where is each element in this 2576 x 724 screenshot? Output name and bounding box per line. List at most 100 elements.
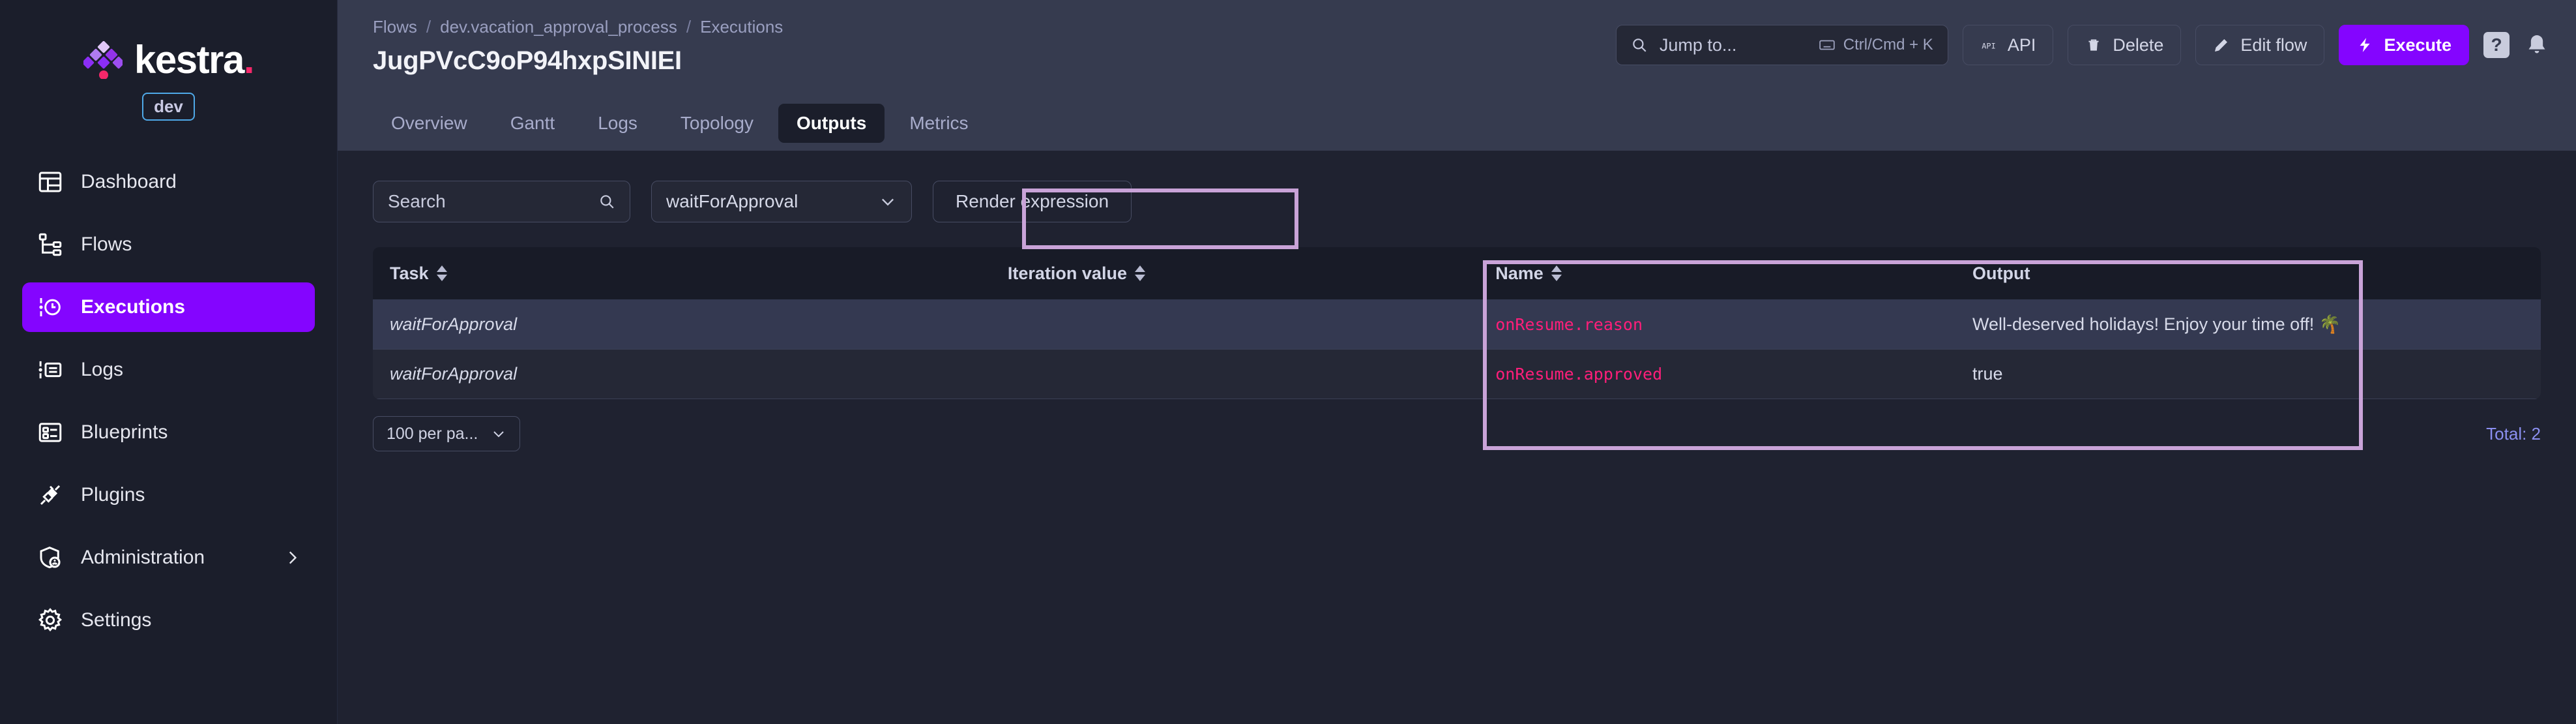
chevron-down-icon <box>879 192 897 211</box>
sidebar-item-label: Blueprints <box>81 421 168 444</box>
tab-topology[interactable]: Topology <box>662 104 772 143</box>
sidebar-item-blueprints[interactable]: Blueprints <box>22 408 315 457</box>
cell-output: Well-deserved holidays! Enjoy your time … <box>1955 299 2541 350</box>
administration-icon <box>37 544 64 571</box>
plugins-icon <box>37 481 64 509</box>
breadcrumb-separator: / <box>686 17 691 37</box>
flows-icon <box>37 231 64 258</box>
sidebar-item-label: Dashboard <box>81 171 177 193</box>
jump-to-shortcut: Ctrl/Cmd + K <box>1819 36 1933 54</box>
sidebar-item-label: Logs <box>81 359 123 381</box>
sidebar-item-dashboard[interactable]: Dashboard <box>22 157 315 207</box>
cell-task: waitForApproval <box>373 350 991 399</box>
column-header-iteration-value[interactable]: Iteration value <box>991 247 1478 299</box>
filter-row: Search waitForApproval Render expression <box>373 181 2541 222</box>
page-title: JugPVcC9oP94hxpSINIEI <box>373 46 783 76</box>
trash-icon <box>2085 37 2102 53</box>
topbar-left: Flows / dev.vacation_approval_process / … <box>364 14 783 76</box>
per-page-select[interactable]: 100 per pa... <box>373 416 520 451</box>
edit-flow-button[interactable]: Edit flow <box>2195 25 2324 65</box>
brand[interactable]: kestra. dev <box>0 0 337 121</box>
brand-dot: . <box>244 38 254 82</box>
tab-outputs[interactable]: Outputs <box>778 104 885 143</box>
execute-button[interactable]: Execute <box>2339 25 2469 65</box>
execution-tabs: Overview Gantt Logs Topology Outputs Met… <box>338 96 2576 151</box>
sidebar-item-settings[interactable]: Settings <box>22 596 315 645</box>
kestra-diamond-logo-icon <box>83 41 123 79</box>
tab-logs[interactable]: Logs <box>579 104 656 143</box>
chevron-down-icon <box>491 426 506 442</box>
keyboard-icon <box>1819 37 1836 53</box>
jump-to-search[interactable]: Jump to... Ctrl/Cmd + K <box>1616 25 1948 65</box>
sidebar-item-label: Plugins <box>81 484 145 506</box>
api-button[interactable]: API API <box>1963 25 2054 65</box>
cell-output: true <box>1955 350 2541 399</box>
column-header-output-label: Output <box>1972 264 2030 283</box>
topbar: Flows / dev.vacation_approval_process / … <box>338 0 2576 96</box>
breadcrumb-separator: / <box>426 17 431 37</box>
sidebar-nav: Dashboard Flows <box>0 157 337 645</box>
task-select[interactable]: waitForApproval <box>651 181 912 222</box>
logs-icon <box>37 356 64 384</box>
breadcrumb-item-flows[interactable]: Flows <box>373 17 417 37</box>
dashboard-icon <box>37 168 64 196</box>
search-icon <box>1631 37 1648 53</box>
api-icon: API <box>1980 37 1997 53</box>
cell-name[interactable]: onResume.approved <box>1478 350 1955 399</box>
svg-text:API: API <box>1982 41 1996 50</box>
jump-to-placeholder: Jump to... <box>1660 35 1737 55</box>
outputs-table: Task Iteration value N <box>373 247 2541 399</box>
sidebar-item-administration[interactable]: Administration <box>22 533 315 582</box>
table-row[interactable]: waitForApproval onResume.reason Well-des… <box>373 299 2541 350</box>
tab-metrics[interactable]: Metrics <box>891 104 986 143</box>
column-header-task[interactable]: Task <box>373 247 991 299</box>
column-header-iteration-value-label: Iteration value <box>1008 264 1127 284</box>
sidebar: kestra. dev Dashboard <box>0 0 338 724</box>
sort-icon[interactable] <box>1135 265 1145 282</box>
help-icon[interactable]: ? <box>2483 32 2510 58</box>
sidebar-item-plugins[interactable]: Plugins <box>22 470 315 520</box>
execute-button-label: Execute <box>2384 35 2452 55</box>
sort-icon[interactable] <box>437 265 447 282</box>
brand-wordmark: kestra. <box>134 40 254 80</box>
blueprints-icon <box>37 419 64 446</box>
tab-gantt[interactable]: Gantt <box>492 104 573 143</box>
sidebar-item-label: Settings <box>81 609 151 631</box>
column-header-name[interactable]: Name <box>1478 247 1955 299</box>
breadcrumb-item-executions[interactable]: Executions <box>700 17 783 37</box>
table-row[interactable]: waitForApproval onResume.approved true <box>373 350 2541 399</box>
notification-bell-icon[interactable] <box>2524 31 2550 59</box>
tab-overview[interactable]: Overview <box>373 104 486 143</box>
sidebar-item-label: Executions <box>81 296 185 318</box>
search-input[interactable]: Search <box>373 181 630 222</box>
sidebar-item-label: Flows <box>81 234 132 256</box>
sidebar-item-flows[interactable]: Flows <box>22 220 315 269</box>
column-header-name-label: Name <box>1495 264 1544 284</box>
cell-iteration-value <box>991 350 1478 399</box>
edit-flow-button-label: Edit flow <box>2240 35 2307 55</box>
sidebar-item-logs[interactable]: Logs <box>22 345 315 395</box>
cell-name[interactable]: onResume.reason <box>1478 299 1955 350</box>
chevron-right-icon <box>284 549 300 566</box>
settings-gear-icon <box>37 607 64 634</box>
cell-task: waitForApproval <box>373 299 991 350</box>
search-icon <box>598 193 615 210</box>
delete-button[interactable]: Delete <box>2068 25 2181 65</box>
bolt-icon <box>2356 37 2373 53</box>
api-button-label: API <box>2008 35 2036 55</box>
per-page-value: 100 per pa... <box>387 425 478 444</box>
sort-icon[interactable] <box>1551 265 1562 282</box>
breadcrumb: Flows / dev.vacation_approval_process / … <box>373 17 783 37</box>
search-placeholder: Search <box>388 191 446 212</box>
task-select-value: waitForApproval <box>666 191 798 212</box>
breadcrumb-item-flow[interactable]: dev.vacation_approval_process <box>440 17 677 37</box>
delete-button-label: Delete <box>2113 35 2163 55</box>
sidebar-item-executions[interactable]: Executions <box>22 282 315 332</box>
outputs-panel: Search waitForApproval Render expression <box>338 151 2576 451</box>
cell-iteration-value <box>991 299 1478 350</box>
jump-to-shortcut-label: Ctrl/Cmd + K <box>1843 36 1933 54</box>
column-header-output: Output <box>1955 247 2541 299</box>
render-expression-button[interactable]: Render expression <box>933 181 1132 222</box>
total-count: Total: 2 <box>2486 424 2541 444</box>
help-label: ? <box>2491 35 2502 55</box>
